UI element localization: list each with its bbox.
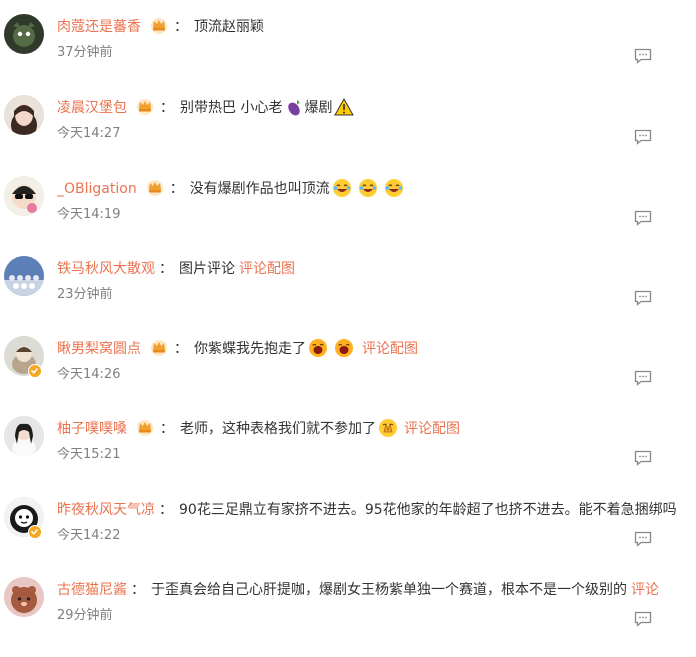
comment-text: 于歪真会给自己心肝提咖，爆剧女王杨紫单独一个赛道，根本不是一个级别的 — [151, 582, 627, 598]
comment-image-link[interactable]: 评论配图 — [239, 261, 295, 277]
comment-text: 顶流赵丽颖 — [194, 19, 264, 35]
shout-emoji-icon — [335, 339, 353, 357]
comment-reply-icon[interactable] — [634, 290, 652, 306]
comment-item: 肉蔻还是蕃香 ： 顶流赵丽颖 37分钟前 — [0, 14, 696, 94]
laugh-emoji-icon — [358, 179, 377, 197]
avatar[interactable] — [4, 14, 44, 54]
username-link[interactable]: 古德猫尼酱 — [57, 582, 127, 598]
comment-item: 昨夜秋风天气凉： 90花三足鼎立有家挤不进去。95花他家的年龄超了也挤不进去。能不… — [0, 497, 696, 577]
comment-line: 肉蔻还是蕃香 ： 顶流赵丽颖 — [57, 16, 696, 38]
crown-icon — [146, 180, 163, 196]
comment-text: 老师，这种表格我们就不参加了 — [180, 421, 376, 437]
comment-text: 没有爆剧作品也叫顶流 — [189, 181, 330, 197]
comment-reply-icon[interactable] — [634, 48, 652, 64]
comment-line: _OBligation ： 没有爆剧作品也叫顶流 — [57, 178, 696, 200]
comment-time: 29分钟前 — [57, 608, 113, 623]
colon: ： — [160, 100, 174, 116]
comment-time: 今天14:19 — [57, 207, 121, 222]
comment-item: 铁马秋风大散观： 图片评论 评论配图 23分钟前 — [0, 256, 696, 336]
comment-image-link[interactable]: 评论 — [631, 582, 659, 598]
comment-line: 瞅男梨窝圆点 ： 你紫蝶我先抱走了 评论配图 — [57, 338, 696, 360]
crown-icon — [151, 340, 167, 356]
username-link[interactable]: 肉蔻还是蕃香 — [57, 19, 141, 35]
username-link[interactable]: 凌晨汉堡包 — [57, 100, 127, 116]
comment-item: 柚子噗噗嗓 ： 老师，这种表格我们就不参加了 评论配图 今天15:21 — [0, 416, 696, 496]
laugh-emoji-icon — [384, 179, 403, 197]
colon: ： — [174, 19, 188, 35]
comment-line: 昨夜秋风天气凉： 90花三足鼎立有家挤不进去。95花他家的年龄超了也挤不进去。能不… — [57, 499, 696, 521]
crown-icon — [151, 18, 167, 34]
comment-reply-icon[interactable] — [634, 210, 652, 226]
comment-item: 古德猫尼酱： 于歪真会给自己心肝提咖，爆剧女王杨紫单独一个赛道，根本不是一个级别的… — [0, 577, 696, 657]
verified-badge-icon — [28, 364, 42, 378]
crown-icon — [137, 99, 153, 115]
warning-icon — [334, 97, 355, 116]
comment-line: 古德猫尼酱： 于歪真会给自己心肝提咖，爆剧女王杨紫单独一个赛道，根本不是一个级别的… — [57, 579, 696, 601]
comment-text-tail: 爆剧 — [304, 100, 333, 116]
eggplant-icon — [288, 100, 301, 116]
colon: ： — [159, 261, 173, 277]
avatar[interactable] — [4, 95, 44, 135]
comment-text: 别带热巴 小心老 — [180, 100, 283, 116]
verified-badge-icon — [28, 525, 42, 539]
comment-image-link[interactable]: 评论配图 — [362, 341, 418, 357]
comment-text: 你紫蝶我先抱走了 — [194, 341, 306, 357]
avatar[interactable] — [4, 176, 44, 216]
comment-line: 铁马秋风大散观： 图片评论 评论配图 — [57, 258, 696, 280]
comment-time: 今天14:27 — [57, 126, 121, 141]
comment-line: 凌晨汉堡包 ： 别带热巴 小心老 爆剧 — [57, 97, 696, 119]
avatar[interactable] — [4, 256, 44, 296]
comment-text: 图片评论 — [179, 261, 235, 277]
crown-icon — [137, 420, 153, 436]
comment-time: 37分钟前 — [57, 45, 113, 60]
comment-time: 今天15:21 — [57, 447, 121, 462]
colon: ： — [131, 582, 145, 598]
username-link[interactable]: 瞅男梨窝圆点 — [57, 341, 141, 357]
comment-reply-icon[interactable] — [634, 531, 652, 547]
laugh-emoji-icon — [332, 179, 351, 197]
avatar[interactable] — [4, 577, 44, 617]
username-link[interactable]: 柚子噗噗嗓 — [57, 421, 127, 437]
username-link[interactable]: 铁马秋风大散观 — [57, 261, 155, 277]
colon: ： — [174, 341, 188, 357]
colon: ： — [159, 502, 173, 518]
comment-reply-icon[interactable] — [634, 370, 652, 386]
comment-reply-icon[interactable] — [634, 129, 652, 145]
avatar[interactable] — [4, 416, 44, 456]
colon: ： — [160, 421, 174, 437]
comment-reply-icon[interactable] — [634, 450, 652, 466]
username-link[interactable]: 昨夜秋风天气凉 — [57, 502, 155, 518]
username-link[interactable]: _OBligation — [57, 181, 137, 197]
comment-time: 今天14:26 — [57, 367, 121, 382]
comment-time: 今天14:22 — [57, 528, 121, 543]
shout-emoji-icon — [309, 339, 327, 357]
comment-line: 柚子噗噗嗓 ： 老师，这种表格我们就不参加了 评论配图 — [57, 418, 696, 440]
comment-text: 90花三足鼎立有家挤不进去。95花他家的年龄超了也挤不进去。能不着急捆绑吗 — [179, 502, 677, 518]
comment-reply-icon[interactable] — [634, 611, 652, 627]
colon: ： — [169, 181, 184, 197]
comment-image-link[interactable]: 评论配图 — [404, 421, 460, 437]
comment-item: 凌晨汉堡包 ： 别带热巴 小心老 爆剧 今天14:27 — [0, 95, 696, 175]
pray-emoji-icon — [379, 419, 397, 437]
comment-time: 23分钟前 — [57, 287, 113, 302]
comment-item: 瞅男梨窝圆点 ： 你紫蝶我先抱走了 评论配图 今天14:26 — [0, 336, 696, 416]
comment-item: _OBligation ： 没有爆剧作品也叫顶流 今天14:19 — [0, 176, 696, 256]
